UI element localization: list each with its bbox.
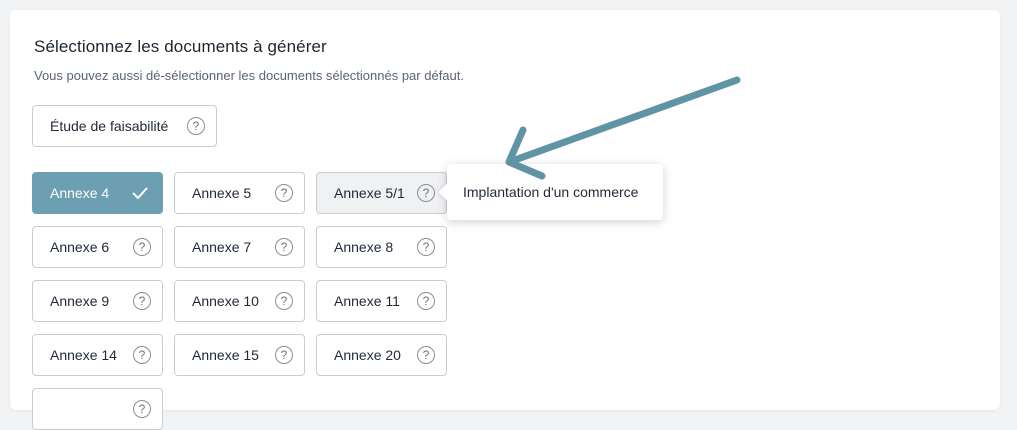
document-chip-label: Annexe 14 bbox=[50, 347, 117, 363]
document-chip-annexe-15[interactable]: Annexe 15 ? bbox=[174, 334, 305, 376]
question-circle-icon[interactable]: ? bbox=[275, 292, 293, 310]
question-circle-icon[interactable]: ? bbox=[417, 292, 435, 310]
document-chip-label: Annexe 5/1 bbox=[334, 185, 405, 201]
question-circle-icon[interactable]: ? bbox=[133, 346, 151, 364]
document-chip-annexe-10[interactable]: Annexe 10 ? bbox=[174, 280, 305, 322]
document-chip-label: Annexe 11 bbox=[334, 293, 400, 309]
document-chip-partial[interactable]: ? bbox=[32, 388, 163, 430]
question-circle-icon[interactable]: ? bbox=[133, 292, 151, 310]
question-circle-icon[interactable]: ? bbox=[187, 117, 205, 135]
section-subtitle: Vous pouvez aussi dé-sélectionner les do… bbox=[34, 68, 464, 83]
check-icon bbox=[132, 187, 148, 199]
section-title: Sélectionnez les documents à générer bbox=[34, 37, 327, 56]
document-chip-annexe-9[interactable]: Annexe 9 ? bbox=[32, 280, 163, 322]
document-chip-etude-de-faisabilite[interactable]: Étude de faisabilité ? bbox=[32, 105, 217, 147]
document-chip-label: Annexe 10 bbox=[192, 293, 259, 309]
question-circle-icon[interactable]: ? bbox=[275, 346, 293, 364]
document-chip-label: Annexe 7 bbox=[192, 239, 252, 255]
document-chip-label: Étude de faisabilité bbox=[50, 118, 169, 134]
document-chip-annexe-20[interactable]: Annexe 20 ? bbox=[316, 334, 447, 376]
document-chip-annexe-11[interactable]: Annexe 11 ? bbox=[316, 280, 447, 322]
question-circle-icon[interactable]: ? bbox=[133, 400, 151, 418]
document-chip-annexe-14[interactable]: Annexe 14 ? bbox=[32, 334, 163, 376]
document-chip-annexe-4[interactable]: Annexe 4 bbox=[32, 172, 163, 214]
tooltip-text: Implantation d'un commerce bbox=[463, 184, 639, 200]
question-circle-icon[interactable]: ? bbox=[275, 184, 293, 202]
document-chip-label: Annexe 4 bbox=[50, 185, 110, 201]
question-circle-icon[interactable]: ? bbox=[417, 184, 435, 202]
question-circle-icon[interactable]: ? bbox=[417, 346, 435, 364]
question-circle-icon[interactable]: ? bbox=[417, 238, 435, 256]
document-selection-card: Sélectionnez les documents à générer Vou… bbox=[10, 10, 1000, 430]
document-chip-label: Annexe 20 bbox=[334, 347, 401, 363]
document-chip-annexe-8[interactable]: Annexe 8 ? bbox=[316, 226, 447, 268]
document-chip-label: Annexe 9 bbox=[50, 293, 110, 309]
document-chip-label: Annexe 6 bbox=[50, 239, 110, 255]
document-chip-annexe-5[interactable]: Annexe 5 ? bbox=[174, 172, 305, 214]
document-chip-label: Annexe 8 bbox=[334, 239, 394, 255]
tooltip: Implantation d'un commerce bbox=[447, 164, 663, 220]
document-chip-label: Annexe 5 bbox=[192, 185, 252, 201]
question-circle-icon[interactable]: ? bbox=[275, 238, 293, 256]
document-chip-annexe-5-1[interactable]: Annexe 5/1 ? bbox=[316, 172, 447, 214]
document-chip-annexe-6[interactable]: Annexe 6 ? bbox=[32, 226, 163, 268]
document-chip-label: Annexe 15 bbox=[192, 347, 259, 363]
question-circle-icon[interactable]: ? bbox=[133, 238, 151, 256]
document-chip-annexe-7[interactable]: Annexe 7 ? bbox=[174, 226, 305, 268]
